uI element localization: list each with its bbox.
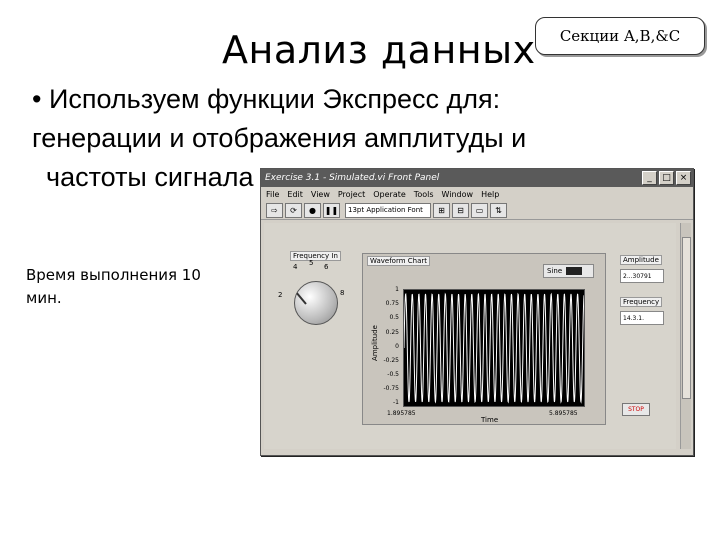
y-axis-label: Amplitude bbox=[370, 325, 379, 361]
plot-legend[interactable]: Sine bbox=[543, 264, 594, 278]
stop-button[interactable]: STOP bbox=[622, 403, 650, 416]
menu-edit[interactable]: Edit bbox=[287, 190, 303, 199]
menu-window[interactable]: Window bbox=[442, 190, 474, 199]
y-tick: -0.5 bbox=[387, 371, 399, 378]
frequency-label: Frequency bbox=[620, 297, 663, 307]
time-note: Время выполнения 10 мин. bbox=[26, 266, 201, 307]
menu-bar: File Edit View Project Operate Tools Win… bbox=[261, 187, 693, 201]
amplitude-indicator: 2...30791 bbox=[620, 269, 664, 283]
minimize-button[interactable]: _ bbox=[642, 171, 657, 185]
menu-operate[interactable]: Operate bbox=[373, 190, 406, 199]
bullet-line-1: • Используем функции Экспресс для: bbox=[32, 84, 501, 114]
waveform-chart: Waveform Chart Sine 1 0.75 0.5 0.25 0 -0… bbox=[362, 253, 606, 425]
knob-tick: 2 bbox=[278, 291, 283, 299]
y-tick: 0.5 bbox=[389, 314, 399, 321]
plot-legend-swatch bbox=[566, 267, 583, 275]
menu-tools[interactable]: Tools bbox=[414, 190, 434, 199]
frequency-knob[interactable] bbox=[294, 281, 338, 325]
x-tick-end: 5.895785 bbox=[549, 410, 578, 417]
vertical-scrollbar[interactable] bbox=[680, 223, 691, 449]
window-title: Exercise 3.1 - Simulated.vi Front Panel bbox=[265, 173, 440, 183]
knob-tick: 4 bbox=[293, 263, 298, 271]
x-axis-label: Time bbox=[481, 416, 499, 424]
menu-file[interactable]: File bbox=[266, 190, 279, 199]
run-continuously-icon[interactable]: ⟳ bbox=[285, 202, 302, 218]
knob-tick: 6 bbox=[324, 263, 329, 271]
frequency-in-label: Frequency In bbox=[290, 251, 341, 261]
distribute-icon[interactable]: ⊟ bbox=[452, 202, 469, 218]
sine-trace bbox=[404, 292, 584, 404]
menu-view[interactable]: View bbox=[311, 190, 330, 199]
toolbar: ⇨ ⟳ ● ❚❚ 13pt Application Font ⊞ ⊟ ▭ ⇅ bbox=[261, 201, 693, 220]
maximize-button[interactable]: □ bbox=[659, 171, 674, 185]
run-icon[interactable]: ⇨ bbox=[266, 202, 283, 218]
align-icon[interactable]: ⊞ bbox=[433, 202, 450, 218]
font-selector[interactable]: 13pt Application Font bbox=[345, 202, 431, 218]
reorder-icon[interactable]: ⇅ bbox=[490, 202, 507, 218]
amplitude-label: Amplitude bbox=[620, 255, 662, 265]
sine-waveform bbox=[404, 292, 584, 404]
y-tick: 0.75 bbox=[385, 300, 399, 307]
bullet-line-2: генерации и отображения амплитуды и bbox=[32, 123, 527, 153]
menu-help[interactable]: Help bbox=[481, 190, 499, 199]
y-tick: 1 bbox=[395, 286, 399, 293]
x-tick-start: 1.895785 bbox=[387, 410, 416, 417]
close-button[interactable]: × bbox=[676, 171, 691, 185]
frequency-indicator: 14.3.1. bbox=[620, 311, 664, 325]
knob-tick: 8 bbox=[340, 289, 345, 297]
scrollbar-thumb[interactable] bbox=[682, 237, 691, 399]
abort-icon[interactable]: ● bbox=[304, 202, 321, 218]
labview-window: Exercise 3.1 - Simulated.vi Front Panel … bbox=[260, 168, 694, 456]
pause-icon[interactable]: ❚❚ bbox=[323, 202, 340, 218]
section-badge: Секции A,B,&C bbox=[535, 17, 705, 55]
front-panel: Frequency In 4 5 6 2 8 Waveform Chart Si… bbox=[264, 223, 676, 449]
knob-tick: 5 bbox=[309, 259, 314, 267]
plot-area bbox=[403, 289, 585, 407]
window-titlebar: Exercise 3.1 - Simulated.vi Front Panel … bbox=[261, 169, 693, 187]
slide-title: Анализ данных bbox=[222, 28, 536, 72]
y-tick: -0.75 bbox=[383, 385, 399, 392]
menu-project[interactable]: Project bbox=[338, 190, 365, 199]
plot-legend-label: Sine bbox=[547, 267, 563, 275]
resize-icon[interactable]: ▭ bbox=[471, 202, 488, 218]
y-tick: -1 bbox=[393, 399, 399, 406]
chart-label: Waveform Chart bbox=[367, 256, 430, 266]
